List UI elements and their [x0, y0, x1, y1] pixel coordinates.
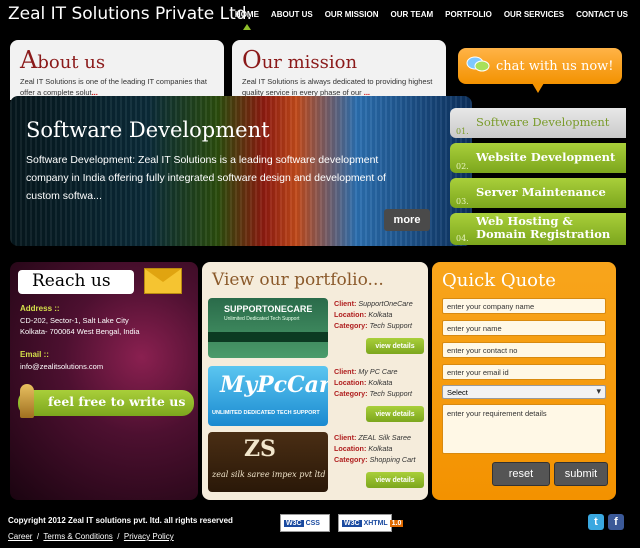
portfolio-title: View our portfolio...: [212, 270, 384, 290]
portfolio-thumbnail[interactable]: MyPcCare UNLIMITED DEDICATED TECH SUPPOR…: [208, 366, 328, 426]
our-mission-text: Zeal IT Solutions is always dedicated to…: [242, 77, 433, 97]
nav-portfolio[interactable]: PORTFOLIO: [439, 10, 498, 19]
portfolio-item: ZS zeal silk saree impex pvt ltd Client:…: [208, 432, 424, 492]
nav-home[interactable]: HOME: [229, 10, 265, 30]
service-software-development[interactable]: 01. Software Development: [450, 108, 626, 138]
about-us-panel: About us Zeal IT Solutions is one of the…: [10, 40, 224, 100]
footer-links: Career / Terms & Conditions / Privacy Po…: [8, 532, 174, 541]
site-brand[interactable]: Zeal IT Solutions Private Ltd.: [8, 4, 252, 24]
service-web-hosting[interactable]: 04. Web Hosting & Domain Registration: [450, 213, 626, 245]
view-details-button[interactable]: view details: [366, 472, 424, 488]
twitter-icon[interactable]: t: [588, 514, 604, 530]
our-mission-panel: Our mission Zeal IT Solutions is always …: [232, 40, 446, 100]
view-details-button[interactable]: view details: [366, 406, 424, 422]
portfolio-panel: View our portfolio... SUPPORTONECARE Unl…: [202, 262, 428, 500]
hero-title: Software Development: [26, 118, 270, 142]
email-value[interactable]: info@zealitsolutions.com: [20, 362, 103, 373]
header: Zeal IT Solutions Private Ltd. HOME ABOU…: [0, 0, 640, 36]
nav-contact-us[interactable]: CONTACT US: [570, 10, 634, 19]
email-input[interactable]: enter your email id: [442, 364, 606, 380]
service-website-development[interactable]: 02. Website Development: [450, 143, 626, 173]
address-label: Address ::: [20, 304, 60, 313]
reach-us-title-box: Reach us: [18, 270, 134, 294]
reach-us-panel: Reach us Address :: CD-202, Sector-1, Sa…: [10, 262, 198, 500]
portfolio-item: SUPPORTONECARE Unlimited Dedicated Tech …: [208, 298, 424, 358]
footer-link-privacy[interactable]: Privacy Policy: [124, 532, 174, 541]
portfolio-item: MyPcCare UNLIMITED DEDICATED TECH SUPPOR…: [208, 366, 424, 426]
nav-about-us[interactable]: ABOUT US: [265, 10, 319, 19]
address-line-2: Kolkata- 700064 West Bengal, India: [20, 327, 140, 336]
chat-bubble-icon: [466, 54, 490, 79]
hero-more-button[interactable]: more: [384, 209, 430, 231]
portfolio-thumbnail[interactable]: SUPPORTONECARE Unlimited Dedicated Tech …: [208, 298, 328, 358]
footer-link-career[interactable]: Career: [8, 532, 32, 541]
quick-quote-title: Quick Quote: [442, 270, 556, 291]
service-server-maintenance[interactable]: 03. Server Maintenance: [450, 178, 626, 208]
reset-button[interactable]: reset: [492, 462, 550, 486]
nav-our-services[interactable]: OUR SERVICES: [498, 10, 570, 19]
main-nav: HOME ABOUT US OUR MISSION OUR TEAM PORTF…: [229, 10, 634, 30]
hero-slide: Software Development Software Developmen…: [10, 96, 472, 246]
email-label: Email ::: [20, 350, 49, 359]
nav-our-team[interactable]: OUR TEAM: [384, 10, 439, 19]
quick-quote-panel: Quick Quote enter your company name ente…: [432, 262, 616, 500]
submit-button[interactable]: submit: [554, 462, 608, 486]
address-line-1: CD-202, Sector-1, Salt Lake City: [20, 316, 129, 325]
about-us-text: Zeal IT Solutions is one of the leading …: [20, 77, 207, 97]
copyright-text: Copyright 2012 Zeal IT solutions pvt. lt…: [8, 516, 233, 525]
nav-our-mission[interactable]: OUR MISSION: [319, 10, 385, 19]
requirement-textarea[interactable]: enter your requirement details: [442, 404, 606, 454]
envelope-icon: [144, 268, 182, 294]
write-us-button[interactable]: feel free to write us: [18, 390, 194, 416]
portfolio-thumbnail[interactable]: ZS zeal silk saree impex pvt ltd: [208, 432, 328, 492]
footer-link-terms[interactable]: Terms & Conditions: [43, 532, 112, 541]
pen-icon: [20, 384, 34, 418]
services-menu: 01. Software Development 02. Website Dev…: [450, 108, 626, 250]
company-name-input[interactable]: enter your company name: [442, 298, 606, 314]
contact-number-input[interactable]: enter your contact no: [442, 342, 606, 358]
facebook-icon[interactable]: f: [608, 514, 624, 530]
w3c-xhtml-badge[interactable]: W3C XHTML 1.0: [338, 514, 404, 532]
chat-label: chat with us now!: [496, 58, 614, 74]
chat-with-us-button[interactable]: chat with us now!: [458, 48, 622, 93]
w3c-css-badge[interactable]: W3C CSS: [280, 514, 330, 532]
hero-text: Software Development: Zeal IT Solutions …: [26, 154, 386, 202]
view-details-button[interactable]: view details: [366, 338, 424, 354]
our-mission-title: Our mission: [242, 46, 358, 74]
service-select[interactable]: Select: [442, 385, 606, 399]
name-input[interactable]: enter your name: [442, 320, 606, 336]
about-us-title: About us: [20, 46, 106, 74]
